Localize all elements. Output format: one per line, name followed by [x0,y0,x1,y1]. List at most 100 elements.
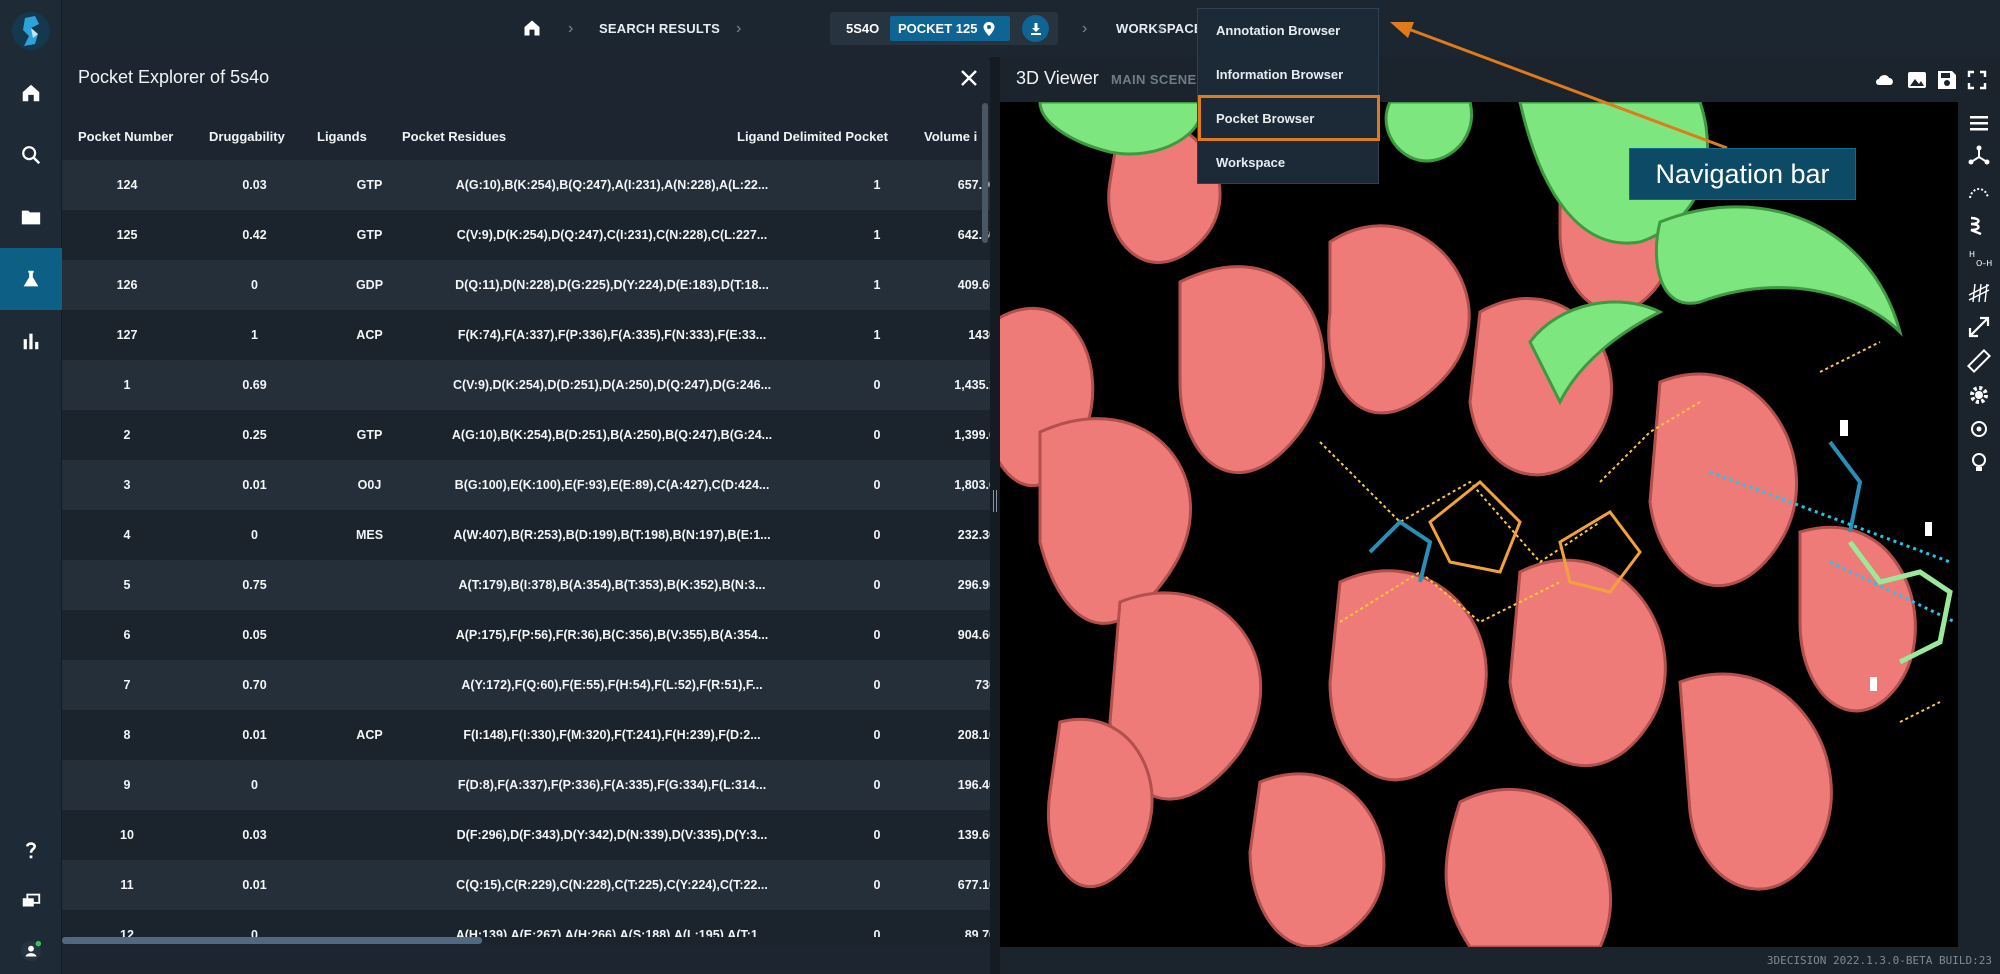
cell-volume: 196.40 [957,778,990,792]
cell-pocket-number: 4 [123,528,131,542]
lightbulb-icon[interactable] [1966,450,1992,476]
column-header-ligand-delimited-pocket[interactable]: Ligand Delimited Pocket [737,105,888,167]
column-header-pocket-number[interactable]: Pocket Number [78,105,173,167]
analytics-nav-button[interactable] [0,310,62,372]
cell-pocket-number: 126 [116,278,138,292]
cell-druggability: 0.05 [242,628,267,642]
cell-pocket-residues: A(G:10),B(K:254),B(D:251),B(A:250),B(Q:2… [451,428,773,442]
menu-item-information-browser[interactable]: Information Browser [1198,55,1380,93]
cell-ligands [317,810,422,860]
column-header-volume[interactable]: Volume in [924,105,978,167]
breadcrumb-search-results[interactable]: SEARCH RESULTS [599,0,720,57]
home-nav-button[interactable] [0,62,62,124]
cloud-icon[interactable] [1874,69,1896,91]
app-logo-icon[interactable] [11,8,51,54]
cell-pocket-residues: A(W:407),B(R:253),B(D:199),B(T:198),B(N:… [453,528,771,542]
gear-icon[interactable] [1966,382,1992,408]
splitter-grip-icon[interactable] [993,490,997,512]
table-row[interactable]: 3 0.01 O0J B(G:100),E(K:100),E(F:93),E(E:89… [62,460,990,510]
table-row[interactable]: 7 0.70 A(Y:172),F(Q:60),F(E:55),F(H:54),F(… [62,660,990,710]
menu-icon[interactable] [1966,110,1992,136]
molecule-icon[interactable] [1966,144,1992,170]
cell-pocket-number: 125 [116,228,138,242]
viewer-toolbar: H O–H [1958,102,2000,947]
image-icon[interactable] [1906,69,1928,91]
table-row[interactable]: 11 0.01 C(Q:15),C(R:229),C(N:228),C(T:225)… [62,860,990,910]
structure-id-label[interactable]: 5S4O [846,21,879,36]
cell-volume: 296.90 [957,578,990,592]
column-header-ligands[interactable]: Ligands [317,105,367,167]
table-row[interactable]: 1 0.69 C(V:9),D(K:254),D(D:251),D(A:250),D… [62,360,990,410]
table-row[interactable]: 6 0.05 A(P:175),F(P:56),F(R:36),B(C:356),B… [62,610,990,660]
horizontal-scrollbar[interactable] [62,937,482,944]
cell-druggability: 0 [251,528,258,542]
cell-druggability: 0.01 [242,478,267,492]
3d-viewer-canvas[interactable] [1000,102,1958,947]
home-breadcrumb-icon[interactable] [522,18,542,38]
user-profile-button[interactable] [0,920,62,974]
table-row[interactable]: 2 0.25 GTP A(G:10),B(K:254),B(D:251),B(A:25… [62,410,990,460]
menu-item-workspace[interactable]: Workspace [1198,143,1380,181]
cell-druggability: 0.03 [242,178,267,192]
resize-arrows-icon[interactable] [1966,314,1992,340]
target-icon[interactable] [1966,416,1992,442]
fullscreen-icon[interactable] [1966,69,1988,91]
table-row[interactable]: 8 0.01 ACP F(I:148),F(I:330),F(M:320),F(T:2… [62,710,990,760]
version-label: 3DECISION 2022.1.3.0-BETA BUILD:23 [1766,954,1992,967]
cell-volume: 208.10 [957,728,990,742]
viewer-title: 3D Viewer [1016,68,1099,88]
download-button[interactable] [1022,15,1049,42]
cell-pocket-number: 9 [123,778,131,792]
cell-pocket-residues: B(G:100),E(K:100),E(F:93),E(E:89),C(A:42… [454,478,770,492]
cell-pocket-number: 7 [123,678,131,692]
column-header-druggability[interactable]: Druggability [209,105,285,167]
cell-volume: 904.60 [957,628,990,642]
cell-pocket-number: 12 [120,928,134,938]
cell-pocket-number: 2 [123,428,131,442]
menu-item-annotation-browser[interactable]: Annotation Browser [1198,11,1380,49]
cell-ligands: GTP [356,428,383,442]
search-icon [22,146,41,165]
ruler-icon[interactable] [1966,348,1992,374]
mesh-icon[interactable] [1966,280,1992,306]
cell-pocket-number: 1 [123,378,131,392]
ribbon-icon[interactable] [1966,212,1992,238]
table-row[interactable]: 127 1 ACP F(K:74),F(A:337),F(P:336),F(A:335… [62,310,990,360]
cell-pocket-number: 6 [123,628,131,642]
cell-druggability: 0.03 [242,828,267,842]
tab-main-scene[interactable]: MAIN SCENE [1111,72,1197,87]
column-header-pocket-residues[interactable]: Pocket Residues [402,105,506,167]
status-bar: 3DECISION 2022.1.3.0-BETA BUILD:23 [1000,947,2000,974]
menu-item-pocket-browser[interactable]: Pocket Browser [1198,95,1380,141]
table-row[interactable]: 126 0 GDP D(Q:11),D(N:228),D(G:225),D(Y:224… [62,260,990,310]
cell-ligands [317,360,422,410]
surface-icon[interactable] [1966,178,1992,204]
panel-splitter[interactable] [990,57,1000,974]
search-nav-button[interactable] [0,124,62,186]
cell-pocket-residues: A(G:10),B(K:254),B(Q:247),A(I:231),A(N:2… [455,178,769,192]
cell-ligands [317,560,422,610]
table-row[interactable]: 9 0 F(D:8),F(A:337),F(P:336),F(A:335),F(G:… [62,760,990,810]
table-row[interactable]: 4 0 MES A(W:407),B(R:253),B(D:199),B(T:198)… [62,510,990,560]
close-icon[interactable] [958,67,980,89]
navigation-dropdown-menu: Annotation Browser Information Browser P… [1197,8,1380,184]
table-row[interactable]: 12 0 A(H:139),A(E:267),A(H:266),A(S:188),A… [62,910,990,938]
pocket-badge[interactable]: POCKET 125 [890,16,1010,41]
cell-druggability: 0 [251,928,258,938]
vertical-scrollbar[interactable] [982,103,988,243]
cell-druggability: 0.42 [242,228,267,242]
projects-nav-button[interactable] [0,186,62,248]
lab-nav-button[interactable] [0,248,62,310]
cell-ligands [317,860,422,910]
hydrogen-bond-icon[interactable]: HO–H [1966,246,1992,272]
cell-pocket-number: 11 [120,878,134,892]
table-row[interactable]: 10 0.03 D(F:296),D(F:343),D(Y:342),D(N:339… [62,810,990,860]
svg-text:H: H [1969,250,1975,259]
table-row[interactable]: 5 0.75 A(T:179),B(I:378),B(A:354),B(T:353)… [62,560,990,610]
cell-volume: 1,803.6 [954,478,990,492]
chat-icon [22,893,41,907]
table-row[interactable]: 124 0.03 GTP A(G:10),B(K:254),B(Q:247),A(I:… [62,160,990,210]
save-icon[interactable] [1936,69,1958,91]
table-row[interactable]: 125 0.42 GTP C(V:9),D(K:254),D(Q:247),C(I:2… [62,210,990,260]
cell-ligands: ACP [356,328,383,342]
